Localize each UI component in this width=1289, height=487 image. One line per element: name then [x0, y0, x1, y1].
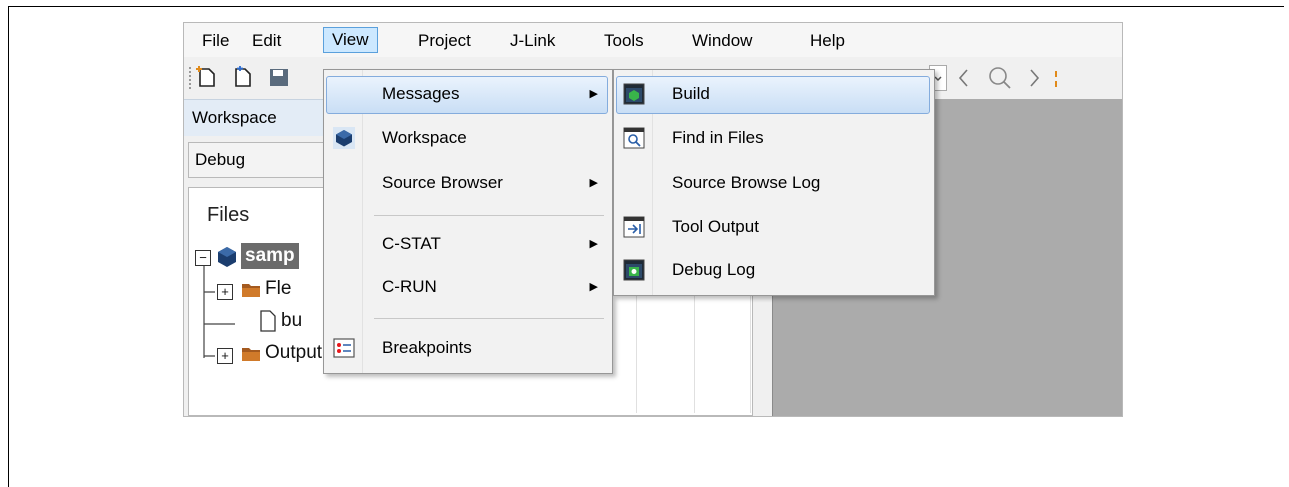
- menu-view[interactable]: View: [323, 27, 378, 53]
- menu-item-tool-output[interactable]: Tool Output: [614, 207, 930, 247]
- menu-separator: [374, 215, 604, 216]
- menu-item-build[interactable]: Build: [614, 74, 930, 114]
- breakpoints-icon: [333, 338, 355, 358]
- workspace-icon: [333, 127, 355, 149]
- menu-edit[interactable]: Edit: [244, 29, 289, 53]
- tree-item-label: samp: [241, 243, 299, 269]
- build-window-icon: [623, 83, 645, 105]
- menu-help[interactable]: Help: [802, 29, 853, 53]
- menu-item-c-stat[interactable]: C-STAT ▶: [324, 224, 608, 264]
- project-icon: [218, 247, 236, 267]
- search-icon[interactable]: [987, 65, 1013, 91]
- tool-output-icon: [623, 216, 645, 238]
- menu-project[interactable]: Project: [410, 29, 479, 53]
- workspace-pane-title: Workspace: [184, 99, 342, 136]
- tree-item-label: Output: [265, 342, 323, 363]
- tree-item-label: Fle: [265, 278, 292, 299]
- menu-item-breakpoints[interactable]: Breakpoints: [324, 328, 608, 368]
- menu-file[interactable]: File: [194, 29, 237, 53]
- menu-item-messages[interactable]: Messages ▶: [324, 74, 608, 114]
- navigate-back-icon[interactable]: [956, 67, 972, 89]
- toolbar-overflow-icon[interactable]: [1054, 69, 1064, 89]
- new-file-icon[interactable]: [196, 65, 218, 89]
- menu-item-label: Tool Output: [672, 217, 759, 236]
- submenu-arrow-icon: ▶: [589, 88, 598, 100]
- submenu-arrow-icon: ▶: [589, 238, 598, 250]
- configuration-select[interactable]: Debug: [188, 142, 336, 178]
- menu-item-label: Breakpoints: [382, 338, 472, 357]
- menu-item-label: Find in Files: [672, 128, 764, 147]
- expand-toggle-icon[interactable]: +: [217, 348, 233, 364]
- menu-item-label: Messages: [382, 84, 460, 103]
- submenu-arrow-icon: ▶: [589, 281, 598, 293]
- folder-icon: [242, 348, 260, 361]
- menu-item-c-run[interactable]: C-RUN ▶: [324, 267, 608, 307]
- menu-item-workspace[interactable]: Workspace: [324, 118, 608, 158]
- menu-item-find-in-files[interactable]: Find in Files: [614, 118, 930, 158]
- files-column-header: Files: [207, 204, 250, 226]
- menu-tools[interactable]: Tools: [596, 29, 652, 53]
- new-file-2-icon[interactable]: [232, 65, 254, 89]
- folder-icon: [242, 284, 260, 297]
- menu-item-label: Debug Log: [672, 260, 756, 279]
- menu-item-debug-log[interactable]: Debug Log: [614, 250, 930, 290]
- submenu-arrow-icon: ▶: [589, 177, 598, 189]
- menu-highlight: [616, 76, 930, 114]
- messages-submenu: Build Find in Files Source Browse Log To…: [613, 69, 935, 296]
- menu-window[interactable]: Window: [684, 29, 760, 53]
- menu-item-label: C-RUN: [382, 277, 437, 296]
- menu-item-label: Source Browse Log: [672, 173, 821, 192]
- navigate-forward-icon[interactable]: [1026, 67, 1042, 89]
- expand-toggle-icon[interactable]: +: [217, 284, 233, 300]
- collapse-toggle-icon[interactable]: −: [195, 250, 211, 266]
- menu-item-label: Source Browser: [382, 173, 503, 192]
- tree-item-label: bu: [281, 310, 303, 331]
- menu-item-source-browser[interactable]: Source Browser ▶: [324, 163, 608, 203]
- toolbar-search-area: [929, 61, 1122, 93]
- debug-log-icon: [623, 259, 645, 281]
- menu-item-label: Build: [672, 84, 710, 103]
- menu-separator: [374, 318, 604, 319]
- menu-item-label: C-STAT: [382, 234, 441, 253]
- menu-item-label: Workspace: [382, 128, 467, 147]
- file-icon: [260, 310, 276, 332]
- save-icon[interactable]: [268, 65, 290, 89]
- view-menu: Messages ▶ Workspace Source Browser ▶ C-…: [323, 69, 613, 374]
- menu-bar: File Edit View Project J-Link Tools Wind…: [184, 23, 1122, 57]
- menu-highlight: [326, 76, 608, 114]
- find-in-files-icon: [623, 127, 645, 149]
- menu-item-source-browse-log[interactable]: Source Browse Log: [614, 163, 930, 203]
- toolbar-grip[interactable]: [189, 67, 191, 89]
- menu-jlink[interactable]: J-Link: [502, 29, 563, 53]
